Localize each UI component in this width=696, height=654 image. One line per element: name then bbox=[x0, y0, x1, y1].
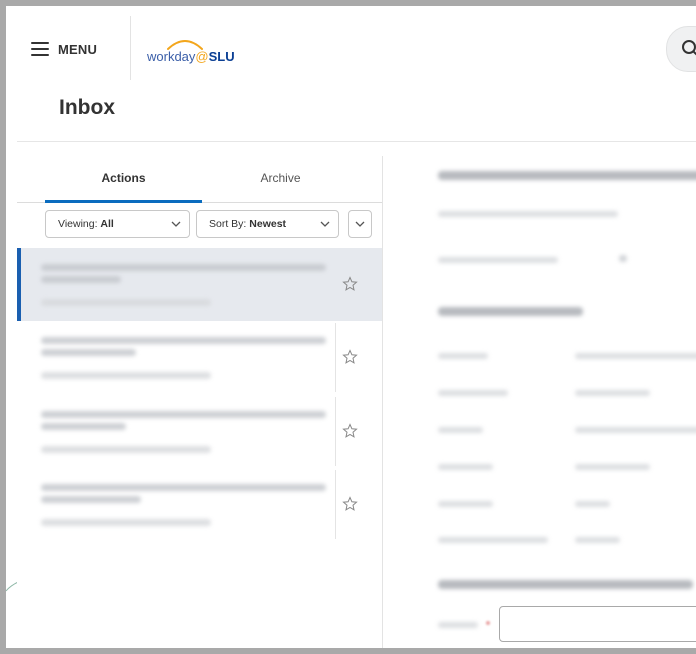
reason-input[interactable] bbox=[499, 606, 696, 642]
workday-slu-logo[interactable]: workday@SLU bbox=[147, 36, 257, 66]
hamburger-icon bbox=[31, 42, 49, 56]
redacted-field-value bbox=[619, 255, 627, 262]
redacted-field-label bbox=[438, 464, 493, 470]
logo-arc-icon bbox=[167, 40, 203, 50]
redacted-item-subtitle bbox=[41, 299, 211, 306]
page-header: Inbox bbox=[17, 80, 696, 142]
star-icon[interactable] bbox=[342, 349, 358, 365]
redacted-item-title bbox=[41, 276, 121, 283]
more-filters-button[interactable] bbox=[348, 210, 372, 238]
star-icon[interactable] bbox=[342, 423, 358, 439]
redacted-field-label bbox=[438, 257, 558, 263]
viewing-filter-value: All bbox=[100, 218, 114, 230]
sort-by-prefix: Sort By: bbox=[209, 218, 250, 230]
redacted-item-title bbox=[41, 496, 141, 503]
redacted-field-value bbox=[575, 427, 696, 433]
redacted-detail-title bbox=[438, 171, 696, 180]
redacted-section-heading bbox=[438, 307, 583, 316]
sort-by-select[interactable]: Sort By: Newest bbox=[196, 210, 339, 238]
redacted-field-value bbox=[575, 353, 696, 359]
redacted-field-label bbox=[438, 501, 493, 507]
redacted-item-title bbox=[41, 337, 326, 344]
viewing-filter-select[interactable]: Viewing: All bbox=[45, 210, 190, 238]
redacted-item-subtitle bbox=[41, 446, 211, 453]
item-detail-panel bbox=[383, 156, 696, 648]
required-indicator bbox=[486, 621, 490, 625]
app-frame: MENU workday@SLU Inbox Actions Archive V… bbox=[0, 0, 696, 654]
tab-archive[interactable]: Archive bbox=[202, 156, 359, 202]
redacted-detail-meta bbox=[438, 211, 618, 217]
redacted-field-value bbox=[575, 501, 610, 507]
logo-text: workday@SLU bbox=[147, 49, 235, 64]
redacted-item-subtitle bbox=[41, 372, 211, 379]
inbox-item[interactable] bbox=[17, 321, 358, 394]
redacted-field-label bbox=[438, 427, 483, 433]
item-separator bbox=[335, 397, 336, 466]
inbox-item[interactable] bbox=[17, 248, 382, 321]
inbox-item[interactable] bbox=[17, 468, 358, 541]
redacted-item-title bbox=[41, 411, 326, 418]
redacted-field-label bbox=[438, 353, 488, 359]
inbox-filters: Viewing: All Sort By: Newest bbox=[17, 210, 382, 240]
redacted-section-heading bbox=[438, 580, 693, 589]
item-separator bbox=[335, 470, 336, 539]
chevron-down-icon bbox=[320, 221, 330, 227]
chevron-down-icon bbox=[355, 221, 365, 227]
redacted-item-title bbox=[41, 484, 326, 491]
inbox-tabs: Actions Archive bbox=[17, 156, 382, 203]
redacted-field-label bbox=[438, 390, 508, 396]
redacted-field-label bbox=[438, 622, 478, 628]
inbox-item[interactable] bbox=[17, 395, 358, 468]
menu-label: MENU bbox=[58, 41, 98, 57]
tab-actions[interactable]: Actions bbox=[45, 156, 202, 203]
menu-button[interactable]: MENU bbox=[31, 38, 97, 60]
redacted-field-value bbox=[575, 537, 620, 543]
redacted-item-title bbox=[41, 264, 326, 271]
star-icon[interactable] bbox=[342, 496, 358, 512]
item-separator bbox=[335, 323, 336, 392]
redacted-field-label bbox=[438, 537, 548, 543]
viewing-filter-prefix: Viewing: bbox=[58, 218, 101, 230]
search-button[interactable] bbox=[666, 26, 696, 72]
sort-by-value: Newest bbox=[249, 218, 287, 230]
redacted-field-value bbox=[575, 464, 650, 470]
chevron-down-icon bbox=[171, 221, 181, 227]
star-icon[interactable] bbox=[342, 276, 358, 292]
top-navigation-bar: MENU workday@SLU bbox=[17, 16, 696, 81]
redacted-field-value bbox=[575, 390, 650, 396]
topbar-divider bbox=[130, 16, 131, 80]
page-title: Inbox bbox=[59, 96, 115, 119]
redacted-item-subtitle bbox=[41, 519, 211, 526]
search-icon bbox=[682, 40, 696, 56]
redacted-item-title bbox=[41, 349, 136, 356]
inbox-list-panel: Actions Archive Viewing: All Sort By: Ne… bbox=[17, 156, 383, 648]
redacted-item-title bbox=[41, 423, 126, 430]
